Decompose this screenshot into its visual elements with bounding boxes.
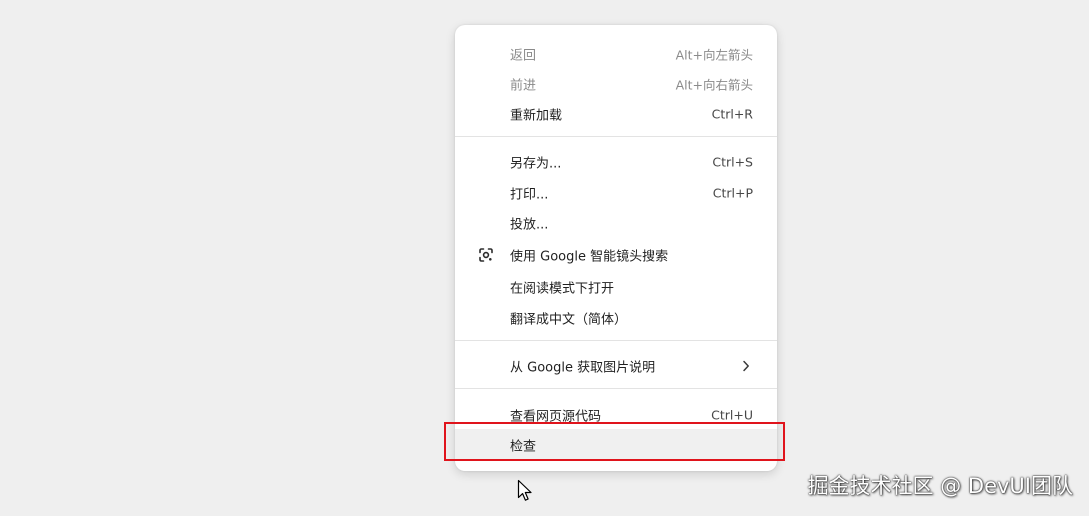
menu-item-translate[interactable]: 翻译成中文（简体） <box>455 302 777 333</box>
menu-item-shortcut: Alt+向左箭头 <box>675 47 753 62</box>
menu-item-google-lens[interactable]: 使用 Google 智能镜头搜索 <box>455 239 777 270</box>
menu-item-label: 返回 <box>510 48 537 63</box>
menu-item-back[interactable]: 返回 Alt+向左箭头 <box>455 38 777 69</box>
context-menu: 返回 Alt+向左箭头 前进 Alt+向右箭头 重新加载 Ctrl+R 另存为.… <box>455 25 777 471</box>
menu-item-shortcut: Ctrl+S <box>712 154 753 169</box>
menu-item-label: 前进 <box>510 78 537 93</box>
chevron-right-icon <box>743 360 749 371</box>
menu-item-shortcut: Ctrl+R <box>711 106 753 121</box>
menu-item-print[interactable]: 打印... Ctrl+P <box>455 177 777 208</box>
menu-item-label: 打印... <box>510 187 549 202</box>
menu-item-cast[interactable]: 投放... <box>455 207 777 238</box>
menu-item-save-as[interactable]: 另存为... Ctrl+S <box>455 146 777 177</box>
menu-item-shortcut: Ctrl+P <box>712 185 753 200</box>
menu-item-image-descriptions[interactable]: 从 Google 获取图片说明 <box>455 350 777 381</box>
menu-item-label: 投放... <box>510 217 549 232</box>
menu-separator <box>455 388 777 389</box>
menu-separator <box>455 136 777 137</box>
menu-item-label: 另存为... <box>510 156 562 171</box>
menu-item-shortcut: Alt+向右箭头 <box>675 77 753 92</box>
menu-item-reload[interactable]: 重新加载 Ctrl+R <box>455 98 777 129</box>
menu-item-forward[interactable]: 前进 Alt+向右箭头 <box>455 68 777 99</box>
menu-item-label: 重新加载 <box>510 108 563 123</box>
menu-item-label: 从 Google 获取图片说明 <box>510 360 656 375</box>
highlight-annotation-box <box>444 422 785 461</box>
menu-item-label: 使用 Google 智能镜头搜索 <box>510 249 669 264</box>
menu-item-shortcut: Ctrl+U <box>711 407 753 422</box>
mouse-cursor-icon <box>517 479 532 501</box>
watermark: 掘金技术社区 @ DevUI团队 <box>807 474 1073 498</box>
menu-item-label: 翻译成中文（简体） <box>510 312 628 327</box>
menu-item-reading-mode[interactable]: 在阅读模式下打开 <box>455 271 777 302</box>
menu-item-label: 在阅读模式下打开 <box>510 281 615 296</box>
google-lens-icon <box>479 247 493 262</box>
menu-separator <box>455 340 777 341</box>
